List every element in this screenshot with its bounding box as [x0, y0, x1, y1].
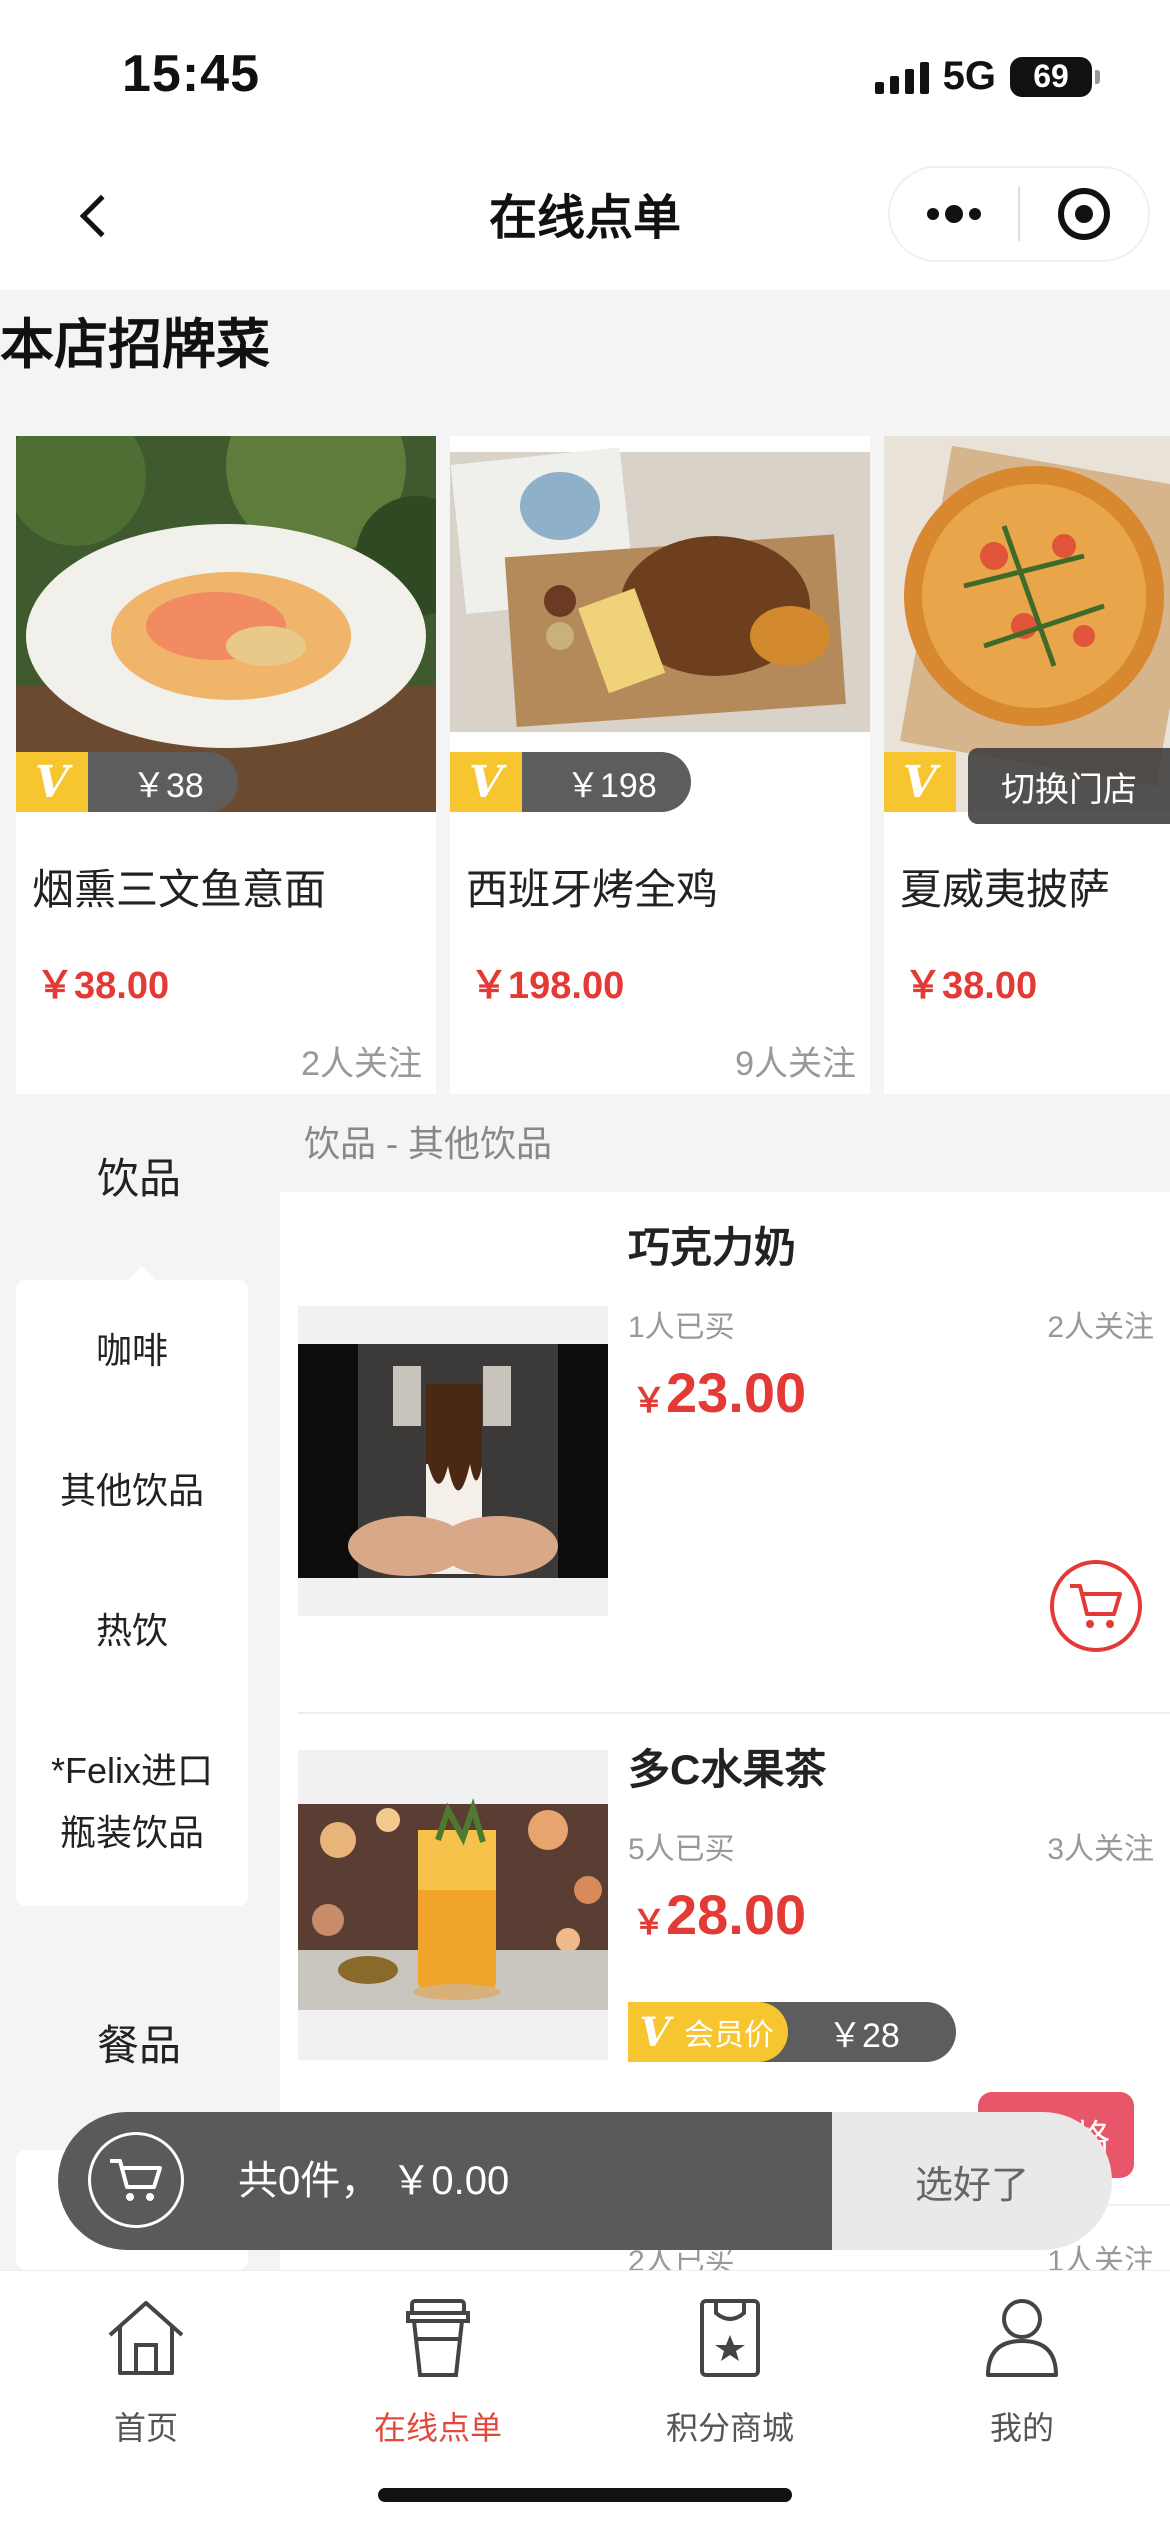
member-price-label: 会员价: [682, 2002, 788, 2062]
subcategory-panel: 咖啡 其他饮品 热饮 *Felix进口 瓶装饮品: [16, 1266, 248, 1906]
vip-badge-icon: V: [628, 2002, 682, 2062]
subcategory-felix-line1[interactable]: *Felix进口: [16, 1740, 248, 1802]
home-icon: [98, 2289, 194, 2385]
more-icon[interactable]: [890, 168, 1018, 260]
follow-count: 3人关注: [1047, 1833, 1154, 1866]
featured-card[interactable]: V ￥198 西班牙烤全鸡 ￥198.00 9人关注: [450, 436, 870, 1094]
nav-bar: 在线点单: [0, 150, 1170, 290]
add-to-cart-button[interactable]: [1050, 1560, 1142, 1652]
tab-order-online[interactable]: 在线点单: [292, 2289, 584, 2449]
tab-label: 首页: [113, 2410, 178, 2446]
section-title: 本店招牌菜: [0, 315, 270, 375]
cart-summary[interactable]: 共0件， ￥0.00: [58, 2112, 832, 2250]
sold-count: 5人已买: [628, 1833, 735, 1866]
battery-icon: 69: [1010, 56, 1100, 97]
item-divider: [298, 1712, 1170, 1714]
fruit-tea-image: [298, 1750, 608, 2060]
dish-name: 西班牙烤全鸡: [466, 866, 719, 913]
vip-price: ￥198: [522, 752, 691, 812]
mini-program-capsule: [888, 166, 1150, 262]
price-value: 23.00: [666, 1361, 807, 1424]
product-list[interactable]: 饮品 - 其他饮品 巧克力奶 1人已买 2人关注 ￥23.00 多C水果茶 5人…: [280, 1096, 1170, 2278]
subcategory-other-drinks[interactable]: 其他饮品: [16, 1460, 248, 1522]
product-name: 巧克力奶: [628, 1224, 797, 1271]
close-mini-program-icon[interactable]: [1020, 168, 1148, 260]
category-meals[interactable]: 餐品: [0, 2012, 278, 2073]
confirm-order-button[interactable]: 选好了: [832, 2112, 1112, 2250]
follow-count: 2人关注: [1047, 1311, 1154, 1344]
tab-me[interactable]: 我的: [876, 2289, 1168, 2449]
signal-icon: [874, 60, 929, 94]
cart-icon: [1070, 1584, 1122, 1628]
chocolate-milk-image: [298, 1306, 608, 1616]
currency-symbol: ￥: [632, 1904, 666, 1942]
cart-icon[interactable]: [88, 2132, 184, 2228]
vip-price: ￥38: [88, 752, 238, 812]
featured-card[interactable]: V ￥38 烟熏三文鱼意面 ￥38.00 2人关注: [16, 436, 436, 1094]
currency-symbol: ￥: [632, 1382, 666, 1420]
subcategory-coffee[interactable]: 咖啡: [16, 1320, 248, 1382]
status-indicators: 5G 69: [874, 54, 1100, 99]
category-drinks[interactable]: 饮品: [0, 1145, 278, 1206]
cart-bar[interactable]: 共0件， ￥0.00 选好了: [58, 2112, 1112, 2250]
tab-home[interactable]: 首页: [0, 2289, 292, 2449]
status-bar: 15:45 5G 69: [0, 0, 1170, 150]
sold-count: 1人已买: [628, 1311, 735, 1344]
network-label: 5G: [942, 54, 996, 98]
vip-price-tag: V: [884, 752, 956, 812]
follow-count: 2人关注: [301, 1045, 422, 1083]
product-price: ￥28.00: [632, 1882, 806, 1947]
shopping-bag-icon: [682, 2289, 778, 2385]
product-price: ￥23.00: [632, 1360, 806, 1425]
tab-label: 我的: [989, 2410, 1054, 2446]
price-value: 28.00: [666, 1883, 807, 1946]
tab-label: 在线点单: [373, 2410, 502, 2446]
dish-name: 烟熏三文鱼意面: [32, 866, 327, 913]
dish-price: ￥198.00: [470, 965, 625, 1007]
tab-label: 积分商城: [665, 2410, 794, 2446]
battery-level: 69: [1033, 58, 1069, 94]
vip-price-tag: V ￥38: [16, 752, 238, 812]
cart-summary-text: 共0件， ￥0.00: [238, 2159, 510, 2203]
vip-badge-icon: V: [16, 752, 88, 812]
home-indicator: [378, 2488, 792, 2502]
product-name: 多C水果茶: [628, 1746, 827, 1793]
dish-price: ￥38.00: [904, 965, 1038, 1007]
vip-price-tag: V ￥198: [450, 752, 691, 812]
dish-name: 夏威夷披萨: [900, 866, 1111, 913]
subcategory-felix-line2[interactable]: 瓶装饮品: [16, 1802, 248, 1864]
subcategory-hot-drinks[interactable]: 热饮: [16, 1600, 248, 1662]
cup-icon: [390, 2289, 486, 2385]
user-icon: [974, 2289, 1070, 2385]
status-time: 15:45: [122, 45, 260, 103]
list-header: 饮品 - 其他饮品: [280, 1096, 1170, 1192]
switch-store-button[interactable]: 切换门店: [968, 748, 1170, 824]
vip-badge-icon: V: [450, 752, 522, 812]
member-price-tag: V 会员价 ￥28: [628, 2002, 956, 2062]
dish-price: ￥38.00: [36, 965, 170, 1007]
tab-points-mall[interactable]: 积分商城: [584, 2289, 876, 2449]
follow-count: 9人关注: [735, 1045, 856, 1083]
vip-badge-icon: V: [884, 752, 956, 812]
